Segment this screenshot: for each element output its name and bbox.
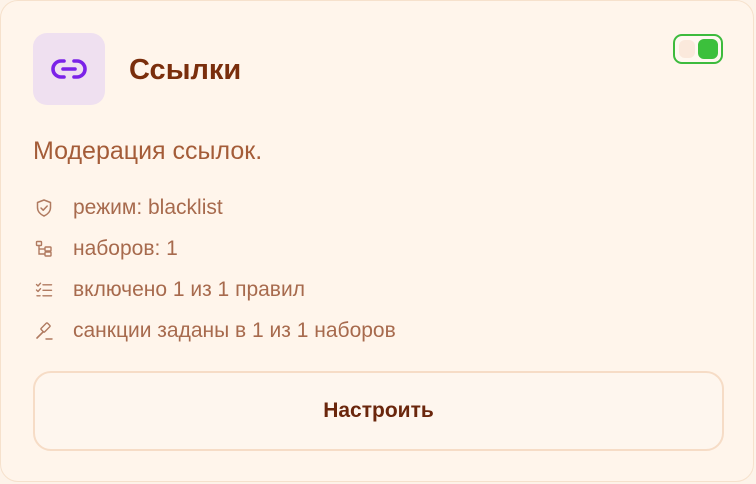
gavel-icon bbox=[33, 320, 55, 342]
detail-mode: режим: blacklist bbox=[33, 187, 396, 228]
detail-sanctions: санкции заданы в 1 из 1 наборов bbox=[33, 310, 396, 351]
detail-rules-text: включено 1 из 1 правил bbox=[73, 277, 305, 301]
detail-sanctions-text: санкции заданы в 1 из 1 наборов bbox=[73, 318, 396, 342]
tree-structure-icon bbox=[33, 238, 55, 260]
module-details-list: режим: blacklist наборов: 1 включено 1 и… bbox=[33, 187, 396, 351]
toggle-knob bbox=[698, 39, 718, 59]
module-description: Модерация ссылок. bbox=[33, 137, 263, 165]
module-title: Ссылки bbox=[129, 54, 242, 86]
module-icon-tile bbox=[33, 33, 105, 105]
detail-sets-text: наборов: 1 bbox=[73, 236, 178, 260]
link-icon bbox=[51, 59, 87, 79]
detail-sets: наборов: 1 bbox=[33, 228, 396, 269]
configure-button[interactable]: Настроить bbox=[33, 371, 724, 451]
detail-mode-text: режим: blacklist bbox=[73, 195, 223, 219]
checklist-icon bbox=[33, 279, 55, 301]
detail-rules: включено 1 из 1 правил bbox=[33, 269, 396, 310]
module-enable-toggle[interactable] bbox=[673, 34, 723, 64]
links-module-card: Ссылки Модерация ссылок. режим: blacklis… bbox=[0, 0, 754, 482]
shield-check-icon bbox=[33, 197, 55, 219]
toggle-track-ghost bbox=[679, 40, 695, 58]
